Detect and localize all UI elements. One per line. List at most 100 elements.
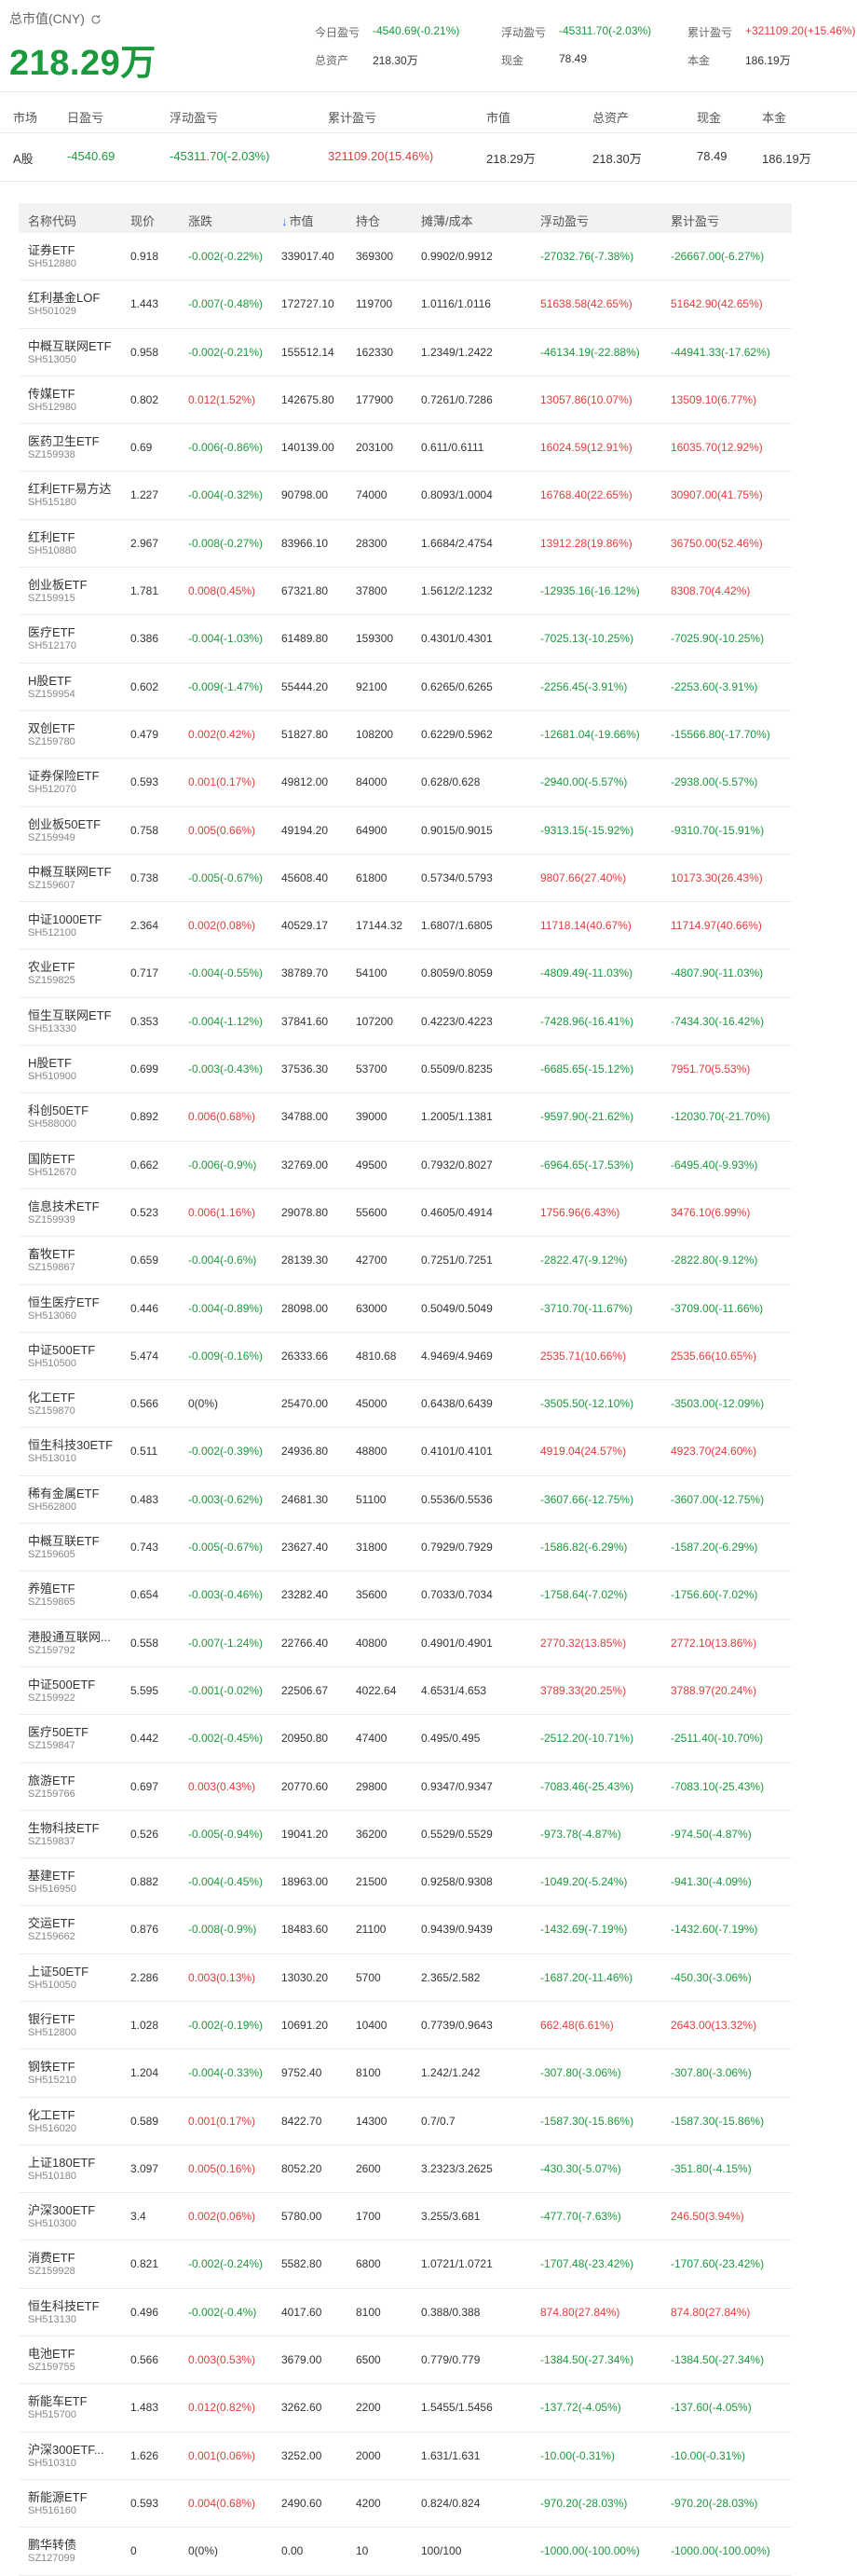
holding-name: 基建ETF (28, 1869, 75, 1884)
table-row[interactable]: 医药卫生ETF SZ159938 0.69 -0.006(-0.86%) 140139.… (19, 424, 792, 473)
table-row[interactable]: 中证500ETF SH510500 5.474 -0.009(-0.16%) 26333… (19, 1333, 792, 1381)
table-row[interactable]: 稀有金属ETF SH562800 0.483 -0.003(-0.62%) 24681.… (19, 1476, 792, 1525)
holding-quantity: 31800 (356, 1541, 388, 1555)
table-row[interactable]: 恒生互联网ETF SH513330 0.353 -0.004(-1.12%) 37841… (19, 998, 792, 1047)
header-market-value[interactable]: ↓ 市值 (281, 212, 314, 229)
table-row[interactable]: 红利基金LOF SH501029 1.443 -0.007(-0.48%) 172727… (19, 281, 792, 329)
table-row[interactable]: 旅游ETF SZ159766 0.697 0.003(0.43%) 20770.60 29… (19, 1763, 792, 1811)
holding-code: SH513060 (28, 1309, 76, 1322)
table-row[interactable]: 恒生医疗ETF SH513060 0.446 -0.004(-0.89%) 28098.… (19, 1285, 792, 1333)
holding-cumulative-pl: -2822.80(-9.12%) (671, 1254, 758, 1267)
holding-float-pl: -970.20(-28.03%) (540, 2496, 628, 2510)
header-price[interactable]: 现价 (130, 212, 155, 229)
holding-float-pl: -137.72(-4.05%) (540, 2401, 621, 2415)
holding-name: 信息技术ETF (28, 1199, 100, 1213)
holding-change: -0.001(-0.02%) (188, 1683, 264, 1697)
holding-change: -0.005(-0.67%) (188, 1541, 264, 1555)
holding-cumulative-pl: 2643.00(13.32%) (671, 2018, 757, 2032)
table-row[interactable]: 创业板ETF SZ159915 1.781 0.008(0.45%) 67321.80 3… (19, 568, 792, 616)
table-row[interactable]: 港股通互联网... SZ159792 0.558 -0.007(-1.24%) 2276… (19, 1620, 792, 1667)
table-row[interactable]: 红利ETF SH510880 2.967 -0.008(-0.27%) 83966.10… (19, 520, 792, 569)
table-row[interactable]: 化工ETF SZ159870 0.566 0(0%) 25470.00 45000 0.64… (19, 1380, 792, 1429)
table-row[interactable]: 沪深300ETF... SH510310 1.626 0.001(0.06%) 3252… (19, 2432, 792, 2480)
table-row[interactable]: 科创50ETF SH588000 0.892 0.006(0.68%) 34788.00… (19, 1093, 792, 1142)
table-row[interactable]: 化工ETF SH516020 0.589 0.001(0.17%) 8422.70 143… (19, 2098, 792, 2145)
table-row[interactable]: 新能车ETF SH515700 1.483 0.012(0.82%) 3262.60 22… (19, 2384, 792, 2432)
refresh-icon[interactable] (90, 13, 102, 24)
header-holdings[interactable]: 持仓 (356, 212, 380, 229)
table-row[interactable]: 双创ETF SZ159780 0.479 0.002(0.42%) 51827.80 10… (19, 711, 792, 760)
table-row[interactable]: 上证50ETF SH510050 2.286 0.003(0.13%) 13030.20… (19, 1954, 792, 2002)
holding-cumulative-pl: -137.60(-4.05%) (671, 2401, 752, 2415)
table-row[interactable]: 医疗ETF SH512170 0.386 -0.004(-1.03%) 61489.80… (19, 615, 792, 664)
header-float-pl[interactable]: 浮动盈亏 (540, 212, 589, 229)
holding-price: 0.386 (130, 632, 159, 646)
holding-market-value: 172727.10 (281, 297, 334, 311)
table-row[interactable]: 证券保险ETF SH512070 0.593 0.001(0.17%) 49812.00… (19, 759, 792, 807)
table-row[interactable]: 恒生科技30ETF SH513010 0.511 -0.002(-0.39%) 2493… (19, 1428, 792, 1476)
holding-cost: 0.9347/0.9347 (421, 1779, 493, 1793)
table-row[interactable]: 中概互联网ETF SH513050 0.958 -0.002(-0.21%) 15551… (19, 329, 792, 377)
stat-cumulative-pl: 累计盈亏 +321109.20(+15.46%) (687, 24, 856, 40)
holding-cost: 0.495/0.495 (421, 1732, 481, 1746)
table-row[interactable]: 消费ETF SZ159928 0.821 -0.002(-0.24%) 5582.80 6… (19, 2240, 792, 2289)
table-row[interactable]: 中概互联网ETF SZ159607 0.738 -0.005(-0.67%) 45608… (19, 855, 792, 903)
table-row[interactable]: 钢铁ETF SH515210 1.204 -0.004(-0.33%) 9752.40 8… (19, 2049, 792, 2098)
table-row[interactable]: 上证180ETF SH510180 3.097 0.005(0.16%) 8052.20… (19, 2145, 792, 2194)
holding-price: 0.523 (130, 1205, 159, 1219)
table-row[interactable]: 创业板50ETF SZ159949 0.758 0.005(0.66%) 49194.2… (19, 807, 792, 855)
holding-float-pl: -12935.16(-16.12%) (540, 584, 640, 598)
holding-cost: 3.2323/3.2625 (421, 2161, 493, 2175)
table-row[interactable]: 基建ETF SH516950 0.882 -0.004(-0.45%) 18963.00… (19, 1858, 792, 1907)
table-row[interactable]: 电池ETF SZ159755 0.566 0.003(0.53%) 3679.00 650… (19, 2336, 792, 2385)
holding-cumulative-pl: 3476.10(6.99%) (671, 1205, 751, 1219)
holding-name: 证券保险ETF (28, 769, 100, 784)
holding-code: SZ159867 (28, 1262, 75, 1274)
table-row[interactable]: 新能源ETF SH516160 0.593 0.004(0.68%) 2490.60 42… (19, 2480, 792, 2528)
table-row[interactable]: 农业ETF SZ159825 0.717 -0.004(-0.55%) 38789.70… (19, 950, 792, 998)
table-row[interactable]: 医疗50ETF SZ159847 0.442 -0.002(-0.45%) 20950.… (19, 1715, 792, 1763)
holding-quantity: 64900 (356, 823, 388, 837)
table-row[interactable]: 沪深300ETF SH510300 3.4 0.002(0.06%) 5780.00 17… (19, 2193, 792, 2241)
holding-cumulative-pl: -2253.60(-3.91%) (671, 679, 758, 693)
table-row[interactable]: 中证500ETF SZ159922 5.595 -0.001(-0.02%) 22506… (19, 1667, 792, 1716)
holding-float-pl: -7025.13(-10.25%) (540, 632, 634, 646)
table-row[interactable]: H股ETF SZ159954 0.602 -0.009(-1.47%) 55444.20… (19, 664, 792, 711)
holding-change: 0.012(1.52%) (188, 392, 256, 406)
table-row[interactable]: 传媒ETF SH512980 0.802 0.012(1.52%) 142675.80 1… (19, 377, 792, 425)
table-row[interactable]: 证券ETF SH512880 0.918 -0.002(-0.22%) 339017.4… (19, 233, 792, 281)
market-summary-row[interactable]: A股 -4540.69 -45311.70(-2.03%) 321109.20(… (0, 142, 857, 170)
table-row[interactable]: 国防ETF SH512670 0.662 -0.006(-0.9%) 32769.00 4… (19, 1142, 792, 1189)
table-row[interactable]: 中概互联ETF SZ159605 0.743 -0.005(-0.67%) 23627.… (19, 1524, 792, 1572)
holding-quantity: 21100 (356, 1923, 387, 1937)
table-row[interactable]: 交运ETF SZ159662 0.876 -0.008(-0.9%) 18483.60 2… (19, 1906, 792, 1954)
table-row[interactable]: 恒生科技ETF SH513130 0.496 -0.002(-0.4%) 4017.60… (19, 2289, 792, 2337)
holding-market-value: 4017.60 (281, 2305, 322, 2319)
holding-cost: 0.779/0.779 (421, 2353, 481, 2367)
table-row[interactable]: 养殖ETF SZ159865 0.654 -0.003(-0.46%) 23282.40… (19, 1571, 792, 1620)
table-row[interactable]: H股ETF SH510900 0.699 -0.003(-0.43%) 37536.30… (19, 1046, 792, 1094)
holding-price: 0.496 (130, 2305, 159, 2319)
summary-header-cell: 累计盈亏 (328, 111, 377, 125)
holding-float-pl: -1000.00(-100.00%) (540, 2544, 640, 2558)
table-row[interactable]: 信息技术ETF SZ159939 0.523 0.006(1.16%) 29078.80… (19, 1189, 792, 1238)
table-row[interactable]: 银行ETF SH512800 1.028 -0.002(-0.19%) 10691.20… (19, 2002, 792, 2050)
header-cost[interactable]: 摊薄/成本 (421, 212, 473, 229)
holding-change: -0.009(-0.16%) (188, 1349, 264, 1363)
holding-cost: 0.9015/0.9015 (421, 823, 493, 837)
holding-float-pl: 13057.86(10.07%) (540, 392, 633, 406)
header-change[interactable]: 涨跌 (188, 212, 212, 229)
holding-change: -0.005(-0.67%) (188, 870, 264, 884)
table-row[interactable]: 畜牧ETF SZ159867 0.659 -0.004(-0.6%) 28139.30 4… (19, 1237, 792, 1285)
holding-float-pl: -1586.82(-6.29%) (540, 1541, 628, 1555)
header-cumulative-pl[interactable]: 累计盈亏 (671, 212, 719, 229)
holding-market-value: 0.00 (281, 2544, 304, 2558)
table-row[interactable]: 生物科技ETF SZ159837 0.526 -0.005(-0.94%) 19041.… (19, 1811, 792, 1859)
table-row[interactable]: 中证1000ETF SH512100 2.364 0.002(0.08%) 40529.… (19, 902, 792, 951)
header-name-code[interactable]: 名称代码 (28, 212, 76, 229)
table-row[interactable]: 红利ETF易方达 SH515180 1.227 -0.004(-0.32%) 90798… (19, 472, 792, 520)
holding-code: SH510310 (28, 2457, 76, 2469)
holding-quantity: 369300 (356, 250, 394, 263)
table-row[interactable]: 鹏华转债 SZ127099 0 0(0%) 0.00 10 100/100 -1000.00(… (19, 2528, 792, 2576)
holding-cumulative-pl: 13509.10(6.77%) (671, 392, 757, 406)
